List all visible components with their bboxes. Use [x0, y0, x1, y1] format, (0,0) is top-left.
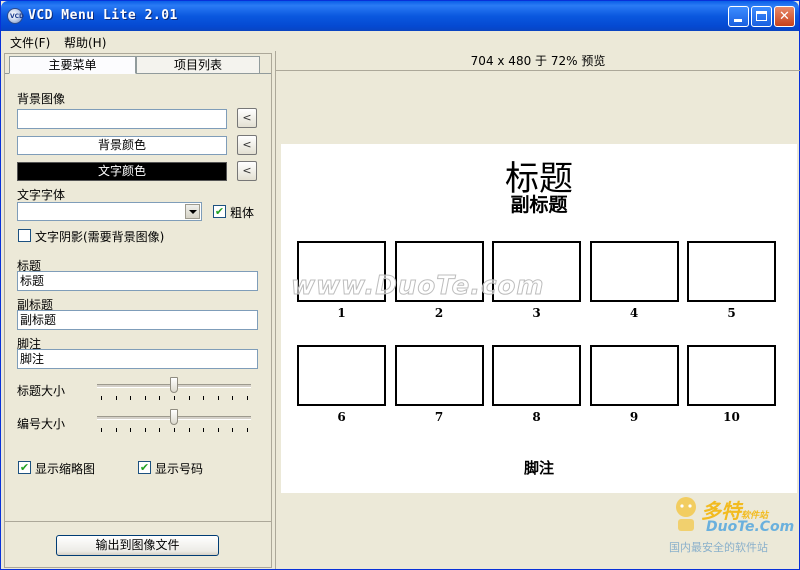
bold-checkbox[interactable]: ✔: [213, 205, 226, 218]
show-thumbs-label: 显示缩略图: [35, 462, 96, 476]
watermark-url: DuoTe.Com: [706, 519, 795, 535]
window-title: VCD Menu Lite 2.01: [28, 8, 178, 23]
shadow-label: 文字阴影(需要背景图像): [35, 230, 165, 244]
slider-tick: [115, 396, 117, 400]
bg-image-browse-button[interactable]: <: [237, 108, 257, 128]
slider-tick: [217, 428, 219, 432]
preview-subtitle: 副标题: [510, 194, 568, 216]
subtitle-input[interactable]: 副标题: [17, 310, 258, 330]
menu-thumbnail[interactable]: [687, 345, 776, 406]
bold-label: 粗体: [230, 206, 255, 220]
slider-tick: [203, 396, 205, 400]
tab-main-menu[interactable]: 主要菜单: [9, 56, 136, 74]
slider-tick: [144, 396, 146, 400]
title-size-slider-thumb[interactable]: [170, 377, 178, 393]
text-color-button[interactable]: 文字颜色: [17, 162, 227, 181]
slider-tick: [232, 428, 234, 432]
bg-image-label: 背景图像: [17, 92, 66, 106]
slider-tick: [144, 428, 146, 432]
number-size-label: 编号大小: [17, 417, 66, 431]
slider-tick: [159, 396, 161, 400]
slider-tick: [174, 428, 175, 432]
slider-tick: [247, 428, 248, 432]
footer-input[interactable]: 脚注: [17, 349, 258, 369]
menu-file[interactable]: 文件(F): [10, 34, 50, 51]
thumbnail-number: 5: [727, 306, 736, 320]
slider-tick: [101, 396, 102, 400]
font-select[interactable]: [17, 202, 202, 221]
watermark-logo-icon: [676, 497, 696, 531]
font-label: 文字字体: [17, 188, 66, 202]
bg-image-input[interactable]: [17, 109, 227, 129]
settings-panel: 主要菜单 项目列表 背景图像 < 背景颜色 < 文字颜色 < 文字字体 ✔ 粗体…: [4, 53, 272, 568]
app-icon[interactable]: VCD: [7, 8, 25, 24]
close-button[interactable]: ✕: [774, 6, 795, 27]
title-input[interactable]: 标题: [17, 271, 258, 291]
slider-tick: [232, 396, 234, 400]
show-numbers-label: 显示号码: [155, 462, 204, 476]
thumbnail-number: 10: [723, 410, 740, 424]
thumbnail-number: 6: [337, 410, 346, 424]
menu-bar: 文件(F) 帮助(H): [1, 31, 799, 51]
bg-color-button[interactable]: 背景颜色: [17, 136, 227, 155]
title-bar[interactable]: VCD VCD Menu Lite 2.01 ✕: [1, 1, 799, 31]
menu-thumbnail[interactable]: [297, 345, 386, 406]
preview-title: 标题: [505, 159, 573, 199]
show-numbers-checkbox[interactable]: ✔: [138, 461, 151, 474]
shadow-checkbox[interactable]: [18, 229, 31, 242]
menu-thumbnail[interactable]: [492, 345, 581, 406]
preview-canvas: 标题 副标题 1 2 3 4 5 6 7 8 9 10 脚注: [281, 144, 797, 493]
slider-tick: [203, 428, 205, 432]
watermark-tagline: 国内最安全的软件站: [669, 541, 768, 554]
app-icon-text: VCD: [10, 13, 25, 20]
slider-tick: [247, 396, 248, 400]
preview-footer: 脚注: [523, 459, 554, 477]
minimize-button[interactable]: [728, 6, 749, 27]
slider-tick: [130, 396, 132, 400]
minimize-icon: [734, 19, 742, 22]
slider-tick: [159, 428, 161, 432]
thumbnail-number: 2: [434, 306, 444, 320]
slider-tick: [115, 428, 117, 432]
thumbnail-number: 1: [337, 306, 346, 320]
menu-thumbnail[interactable]: [687, 241, 776, 302]
menu-thumbnail[interactable]: [589, 241, 679, 302]
chevron-down-icon[interactable]: [185, 204, 200, 219]
export-image-button[interactable]: 输出到图像文件: [56, 535, 219, 556]
thumbnail-number: 8: [532, 410, 541, 424]
title-size-label: 标题大小: [17, 384, 66, 398]
text-color-picker-button[interactable]: <: [237, 161, 257, 181]
panel-divider: [5, 521, 271, 522]
preview-header: 704 x 480 于 72% 预览: [276, 51, 800, 71]
menu-help[interactable]: 帮助(H): [64, 34, 106, 51]
thumbnail-number: 3: [532, 306, 541, 320]
maximize-button[interactable]: [751, 6, 772, 27]
number-size-slider-thumb[interactable]: [170, 409, 178, 425]
bg-color-picker-button[interactable]: <: [237, 135, 257, 155]
menu-thumbnail[interactable]: [394, 345, 484, 406]
watermark-center: www.DuoTe.com: [291, 271, 545, 302]
thumbnail-number: 7: [434, 410, 444, 424]
slider-tick: [217, 396, 219, 400]
slider-tick: [188, 428, 190, 432]
thumbnail-number: 9: [629, 410, 639, 424]
menu-thumbnail[interactable]: [589, 345, 679, 406]
close-icon: ✕: [779, 9, 790, 24]
app-window: VCD VCD Menu Lite 2.01 ✕ 文件(F) 帮助(H) 主要菜…: [0, 0, 800, 570]
slider-tick: [130, 428, 132, 432]
preview-panel: 704 x 480 于 72% 预览 标题 副标题 1 2 3 4 5 6 7 8 9 10 脚注: [275, 51, 800, 569]
slider-tick: [174, 396, 175, 400]
maximize-icon: [756, 11, 767, 21]
tab-item-list[interactable]: 项目列表: [136, 56, 260, 74]
slider-tick: [188, 396, 190, 400]
slider-tick: [101, 428, 102, 432]
thumbnail-number: 4: [629, 306, 639, 320]
show-thumbs-checkbox[interactable]: ✔: [18, 461, 31, 474]
